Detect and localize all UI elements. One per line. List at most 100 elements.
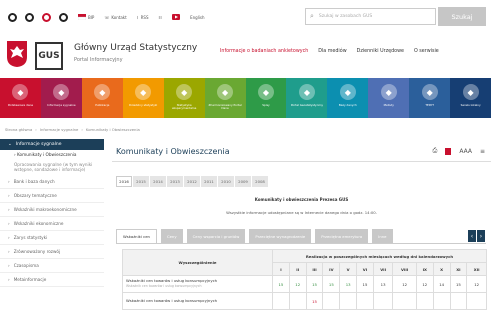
tab-1[interactable]: Ceny [160, 229, 183, 243]
local-icon: ◆ [462, 84, 479, 100]
tile-8[interactable]: ◆ Bazy danych [327, 78, 369, 118]
header-link-media[interactable]: Dla mediów [318, 49, 346, 54]
year-tab-2010[interactable]: 2010 [218, 176, 234, 187]
tile-9[interactable]: ◆ Metody [368, 78, 410, 118]
month-cell[interactable]: 15 [322, 275, 341, 293]
month-cell[interactable]: 15 [449, 275, 468, 293]
bip-link[interactable]: BIP [78, 14, 94, 20]
sidebar-sub-communications[interactable]: › Komunikaty i Obwieszczenia [0, 150, 104, 160]
tile-10[interactable]: ◆ TERYT [409, 78, 451, 118]
sidebar-item-label: Bank i baza danych [13, 179, 55, 185]
tile-label: Spisy [262, 103, 270, 107]
print-icon[interactable]: ⎙ [433, 147, 438, 155]
month-cell[interactable]: 15 [305, 292, 324, 310]
sitemap-link[interactable]: ☷ [158, 15, 162, 20]
month-header: IV [322, 262, 341, 276]
tile-11[interactable]: ◆ Serwis lokalny [450, 78, 491, 118]
gus-logo[interactable]: GUS [35, 42, 63, 70]
sidebar-item-1[interactable]: › Obszary tematyczne [0, 189, 104, 204]
sidebar-item-0[interactable]: › Bank i baza danych [0, 175, 104, 190]
tab-arrows: ‹ › [468, 230, 485, 242]
month-cell[interactable]: 12 [392, 275, 417, 293]
tile-3[interactable]: ◆ Dziedziny statystyki [122, 78, 164, 118]
accessibility-icon[interactable] [8, 12, 17, 22]
chevron-right-icon: › [8, 277, 10, 283]
tile-1[interactable]: ◆ Informacje sygnalne [40, 78, 82, 118]
month-cell[interactable]: 15 [272, 275, 290, 293]
year-tab-2016[interactable]: 2016 [116, 176, 132, 187]
high-contrast-icon[interactable] [42, 12, 51, 22]
english-link[interactable]: English [190, 15, 204, 20]
sidebar-sub-signal-reports[interactable]: Opracowania sygnalne (w tym wyniki wstęp… [0, 160, 104, 175]
month-header: VII [372, 262, 394, 276]
year-tab-2014[interactable]: 2014 [150, 176, 166, 187]
search-input[interactable]: ⌕ Szukaj w zasobach GUS [305, 8, 436, 25]
tile-0[interactable]: ◆ Podstawowe dane [0, 78, 41, 118]
sidebar-item-4[interactable]: › Zarys statystyki [0, 231, 104, 246]
month-cell[interactable]: 13 [339, 275, 358, 293]
year-tab-2008[interactable]: 2008 [252, 176, 268, 187]
youtube-link[interactable] [172, 14, 181, 20]
rss-link[interactable]: ⌇ RSS [137, 15, 149, 20]
main-content: Komunikaty i Obwieszczenia ⎙ AAA ≡ 2016 2… [112, 139, 491, 316]
sidebar-item-2[interactable]: › Wskaźniki makroekonomiczne [0, 203, 104, 218]
page-tools: ⎙ AAA ≡ [433, 147, 485, 155]
tab-3[interactable]: Przeciętne wynagrodzenie [249, 229, 312, 243]
row-name[interactable]: Wskaźniki cen towarów i usług konsumpcyj… [126, 298, 272, 304]
header-link-about[interactable]: O serwisie [414, 49, 439, 54]
tab-0[interactable]: Wskaźniki cen [116, 229, 157, 243]
arrow-left-icon[interactable]: ‹ [468, 230, 476, 242]
tab-4[interactable]: Przeciętna emerytura [315, 229, 369, 243]
month-cell[interactable]: 15 [356, 275, 374, 293]
tile-label: Informacje sygnalne [47, 103, 76, 107]
year-tab-2011[interactable]: 2011 [201, 176, 217, 187]
tile-5[interactable]: ◆ Zharmonizowany Portal Dane [204, 78, 246, 118]
menu-icon[interactable]: ≡ [480, 148, 485, 155]
header-link-surveys[interactable]: Informacje o badaniach ankietowych [220, 49, 308, 54]
tab-5[interactable]: Inne [372, 229, 393, 243]
sitemap-icon: ☷ [158, 14, 163, 20]
chevron-right-icon: › [8, 249, 10, 255]
month-header: I [272, 262, 290, 276]
tile-label: Serwis lokalny [460, 103, 481, 107]
tile-7[interactable]: ◆ Portal Geostatystyczny [286, 78, 328, 118]
tile-label: Bazy danych [338, 103, 357, 107]
month-cell[interactable]: 12 [466, 275, 487, 293]
contact-link[interactable]: ☏ Kontakt [104, 15, 126, 20]
month-cell[interactable]: 12 [288, 275, 307, 293]
chevron-right-icon: › [8, 263, 10, 269]
month-header: II [288, 262, 307, 276]
tile-6[interactable]: ◆ Spisy [245, 78, 287, 118]
sidebar-item-5[interactable]: › Zrównoważony rozwój [0, 245, 104, 260]
tile-label: Statystyka eksperymentalna [171, 103, 197, 111]
tab-2[interactable]: Ceny wsparcia i gruntów [186, 229, 246, 243]
font-size-icon[interactable] [59, 12, 68, 22]
breadcrumb-home[interactable]: Strona główna [5, 127, 32, 132]
month-cell[interactable]: 14 [432, 275, 451, 293]
search-button[interactable]: Szukaj [438, 7, 486, 26]
bip-icon [78, 14, 86, 20]
year-tab-2009[interactable]: 2009 [235, 176, 251, 187]
sidebar-item-active[interactable]: ⌄ Informacje sygnalne [0, 139, 104, 150]
month-cell[interactable]: 13 [372, 275, 394, 293]
year-tab-2013[interactable]: 2013 [167, 176, 183, 187]
sidebar-item-3[interactable]: › Wskaźniki ekonomiczne [0, 217, 104, 232]
header-link-journals[interactable]: Dzienniki Urzędowe [357, 49, 404, 54]
month-cell[interactable]: 12 [415, 275, 434, 293]
sidebar-item-7[interactable]: › Metainformacje [0, 273, 104, 288]
breadcrumb-signal[interactable]: Informacje sygnalne [40, 127, 79, 132]
sidebar-sub-label: Komunikaty i Obwieszczenia [17, 152, 77, 157]
chevron-right-icon: › [8, 179, 10, 185]
year-tab-2012[interactable]: 2012 [184, 176, 200, 187]
brand-name[interactable]: Główny Urząd Statystyczny [74, 43, 197, 53]
sidebar-item-6[interactable]: › Czasopisma [0, 259, 104, 274]
contrast-icon[interactable] [25, 12, 34, 22]
pdf-icon[interactable] [445, 147, 452, 155]
tile-4[interactable]: ◆ Statystyka eksperymentalna [163, 78, 205, 118]
sidebar-item-label: Obszary tematyczne [13, 193, 57, 199]
month-cell[interactable]: 15 [305, 275, 324, 293]
arrow-right-icon[interactable]: › [477, 230, 485, 242]
tile-2[interactable]: ◆ Publikacje [81, 78, 123, 118]
font-size-toggle[interactable]: AAA [459, 148, 472, 155]
year-tab-2015[interactable]: 2015 [133, 176, 149, 187]
